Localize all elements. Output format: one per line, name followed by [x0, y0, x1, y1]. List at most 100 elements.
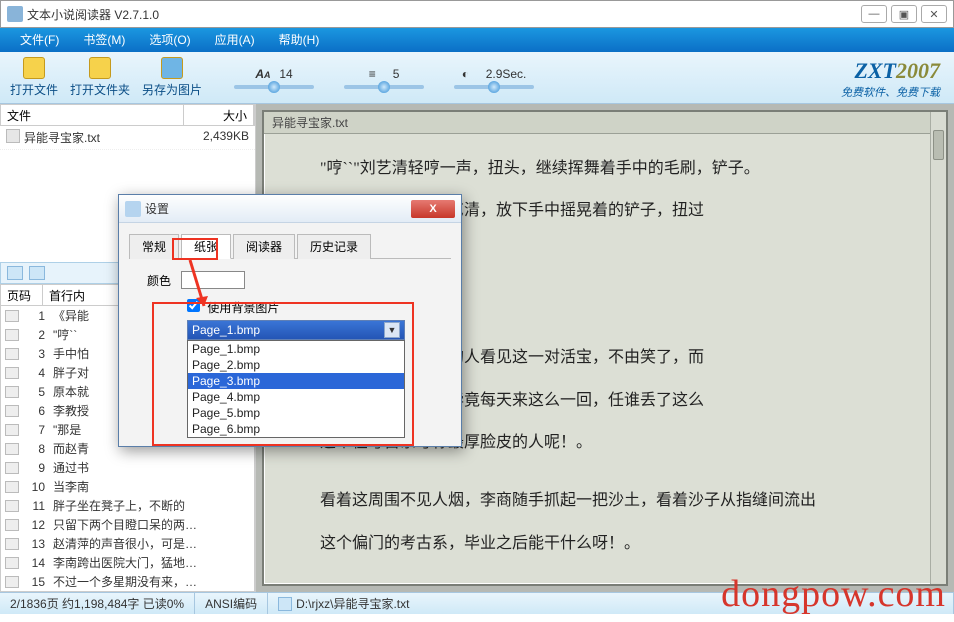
tab-general[interactable]: 常规 — [129, 234, 179, 259]
page-icon — [5, 538, 19, 550]
window-title: 文本小说阅读器 V2.7.1.0 — [27, 6, 857, 23]
col-page[interactable]: 页码 — [1, 285, 43, 305]
page-firstline: 不过一个多星期没有来，… — [53, 573, 250, 590]
tab-reader[interactable]: 阅读器 — [233, 234, 295, 259]
page-num: 6 — [23, 404, 45, 418]
combo-option[interactable]: Page_6.bmp — [188, 421, 404, 437]
page-icon — [5, 500, 19, 512]
col-file[interactable]: 文件 — [1, 105, 184, 125]
color-picker[interactable] — [181, 271, 245, 289]
dialog-title: 设置 — [145, 200, 411, 217]
dialog-icon — [125, 201, 141, 217]
speed-control[interactable]: ◐ 2.9Sec. — [454, 67, 534, 89]
menu-apply[interactable]: 应用(A) — [203, 28, 267, 52]
save-image-label: 另存为图片 — [142, 81, 202, 98]
page-row[interactable]: 9通过书 — [1, 458, 254, 477]
page-icon — [5, 405, 19, 417]
page-row[interactable]: 14 李南跨出医院大门，猛地… — [1, 553, 254, 572]
bg-image-combo[interactable]: Page_1.bmp ▼ Page_1.bmpPage_2.bmpPage_3.… — [187, 320, 405, 340]
linespace-value: 5 — [393, 67, 400, 81]
page-row[interactable]: 11胖子坐在凳子上，不断的 — [1, 496, 254, 515]
status-encoding: ANSI编码 — [195, 593, 268, 614]
page-tab-icon[interactable] — [7, 266, 23, 280]
tab-history[interactable]: 历史记录 — [297, 234, 371, 259]
menu-bookmark[interactable]: 书签(M) — [71, 28, 137, 52]
chevron-down-icon[interactable]: ▼ — [384, 322, 400, 338]
col-size[interactable]: 大小 — [184, 105, 254, 125]
title-bar: 文本小说阅读器 V2.7.1.0 — ▣ ✕ — [0, 0, 954, 28]
combo-option[interactable]: Page_5.bmp — [188, 405, 404, 421]
page-icon — [5, 462, 19, 474]
doc-icon — [278, 597, 292, 611]
combo-option[interactable]: Page_1.bmp — [188, 341, 404, 357]
page-firstline: 当李南 — [53, 478, 250, 495]
dialog-close-button[interactable]: X — [411, 200, 455, 218]
page-firstline: 通过书 — [53, 459, 250, 476]
font-value: 14 — [279, 67, 292, 81]
page-row[interactable]: 12只留下两个目瞪口呆的两… — [1, 515, 254, 534]
toolbar: 打开文件 打开文件夹 另存为图片 AA14 ≡5 ◐2.9Sec. ZXT200… — [0, 52, 954, 104]
scroll-thumb[interactable] — [933, 130, 944, 160]
page-icon — [5, 386, 19, 398]
file-row[interactable]: 异能寻宝家.txt 2,439KB — [0, 126, 255, 150]
page-icon — [5, 481, 19, 493]
menu-option[interactable]: 选项(O) — [137, 28, 202, 52]
page-num: 3 — [23, 347, 45, 361]
doc-header: 异能寻宝家.txt — [264, 112, 946, 134]
page-num: 15 — [23, 575, 45, 589]
open-folder-button[interactable]: 打开文件夹 — [70, 57, 130, 98]
linespace-control[interactable]: ≡5 — [344, 67, 424, 89]
page-row[interactable]: 15 不过一个多星期没有来，… — [1, 572, 254, 591]
open-file-button[interactable]: 打开文件 — [10, 57, 58, 98]
page-row[interactable]: 10当李南 — [1, 477, 254, 496]
app-icon — [7, 6, 23, 22]
speed-slider[interactable] — [454, 85, 534, 89]
page-num: 13 — [23, 537, 45, 551]
speed-value: 2.9Sec. — [486, 67, 527, 81]
save-image-button[interactable]: 另存为图片 — [142, 57, 202, 98]
maximize-button[interactable]: ▣ — [891, 5, 917, 23]
dialog-tabs: 常规 纸张 阅读器 历史记录 — [129, 233, 451, 259]
open-folder-label: 打开文件夹 — [70, 81, 130, 98]
tab-paper[interactable]: 纸张 — [181, 234, 231, 259]
combo-option[interactable]: Page_3.bmp — [188, 373, 404, 389]
vertical-scrollbar[interactable] — [930, 112, 946, 584]
page-icon — [5, 367, 19, 379]
menu-file[interactable]: 文件(F) — [8, 28, 71, 52]
page-num: 14 — [23, 556, 45, 570]
page-firstline: 李南跨出医院大门，猛地… — [53, 554, 250, 571]
page-icon — [5, 310, 19, 322]
dialog-titlebar[interactable]: 设置 X — [119, 195, 461, 223]
save-icon — [161, 57, 183, 79]
brand-logo: ZXT2007 免费软件、免费下载 — [841, 58, 940, 100]
combo-option[interactable]: Page_4.bmp — [188, 389, 404, 405]
close-button[interactable]: ✕ — [921, 5, 947, 23]
page-row[interactable]: 13赵清萍的声音很小，可是… — [1, 534, 254, 553]
page-icon — [5, 424, 19, 436]
open-file-label: 打开文件 — [10, 81, 58, 98]
menu-bar: 文件(F) 书签(M) 选项(O) 应用(A) 帮助(H) — [0, 28, 954, 52]
linespace-icon: ≡ — [369, 67, 389, 81]
clock-icon: ◐ — [462, 67, 482, 81]
watermark: dongpow.com — [721, 572, 946, 616]
minimize-button[interactable]: — — [861, 5, 887, 23]
combo-option[interactable]: Page_2.bmp — [188, 357, 404, 373]
use-bg-label: 使用背景图片 — [207, 301, 279, 315]
page-num: 1 — [23, 309, 45, 323]
font-size-control[interactable]: AA 14 — [234, 67, 314, 89]
page-num: 8 — [23, 442, 45, 456]
font-icon: AA — [255, 67, 275, 81]
page-num: 7 — [23, 423, 45, 437]
page-num: 5 — [23, 385, 45, 399]
page-firstline: 胖子坐在凳子上，不断的 — [53, 497, 250, 514]
page-firstline: 只留下两个目瞪口呆的两… — [53, 516, 250, 533]
page-icon — [5, 443, 19, 455]
font-slider[interactable] — [234, 85, 314, 89]
filelist-header: 文件 大小 — [0, 104, 255, 126]
use-bg-checkbox[interactable] — [187, 299, 200, 312]
linespace-slider[interactable] — [344, 85, 424, 89]
status-pages: 2/1836页 约1,198,484字 已读0% — [0, 593, 195, 614]
combo-dropdown[interactable]: Page_1.bmpPage_2.bmpPage_3.bmpPage_4.bmp… — [187, 340, 405, 438]
page-tab-icon[interactable] — [29, 266, 45, 280]
menu-help[interactable]: 帮助(H) — [267, 28, 332, 52]
